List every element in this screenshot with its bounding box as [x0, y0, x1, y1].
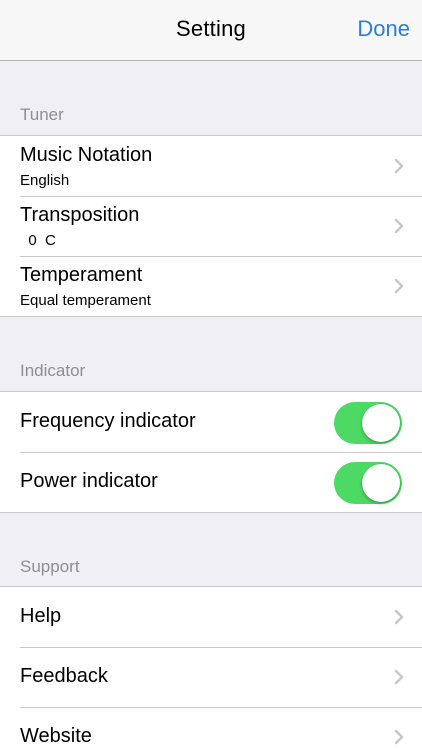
feedback-label: Feedback	[20, 665, 108, 687]
chevron-right-icon	[394, 158, 404, 174]
chevron-right-icon	[394, 278, 404, 294]
section-header-indicator: Indicator	[20, 361, 86, 380]
website-row[interactable]: Website	[0, 707, 422, 750]
temperament-value: Equal temperament	[20, 292, 151, 309]
temperament-row[interactable]: Temperament Equal temperament	[0, 256, 422, 316]
frequency-indicator-toggle[interactable]	[334, 402, 402, 444]
transposition-row[interactable]: Transposition 0 C	[0, 196, 422, 256]
section-header-tuner: Tuner	[20, 105, 64, 124]
music-notation-value: English	[20, 172, 70, 189]
transposition-label: Transposition	[20, 204, 140, 226]
power-indicator-row: Power indicator	[0, 452, 422, 512]
done-button[interactable]: Done	[357, 16, 410, 42]
tuner-group: Music Notation English Transposition 0 C…	[0, 135, 422, 317]
chevron-right-icon	[394, 729, 404, 745]
feedback-row[interactable]: Feedback	[0, 647, 422, 707]
navigation-bar: Setting Done	[0, 0, 422, 61]
power-indicator-label: Power indicator	[20, 470, 158, 492]
music-notation-row[interactable]: Music Notation English	[0, 136, 422, 196]
toggle-knob	[362, 404, 400, 442]
settings-screen: Setting Done Tuner Music Notation Englis…	[0, 0, 422, 750]
frequency-indicator-label: Frequency indicator	[20, 410, 196, 432]
section-header-support: Support	[20, 557, 80, 576]
website-label: Website	[20, 725, 92, 747]
chevron-right-icon	[394, 609, 404, 625]
toggle-knob	[362, 464, 400, 502]
chevron-right-icon	[394, 218, 404, 234]
power-indicator-toggle[interactable]	[334, 462, 402, 504]
support-group: Help Feedback Website	[0, 586, 422, 750]
indicator-group: Frequency indicator Power indicator	[0, 391, 422, 513]
music-notation-label: Music Notation	[20, 144, 153, 166]
help-row[interactable]: Help	[0, 587, 422, 647]
temperament-label: Temperament	[20, 264, 143, 286]
chevron-right-icon	[394, 669, 404, 685]
transposition-value: 0 C	[20, 232, 56, 249]
help-label: Help	[20, 605, 62, 627]
frequency-indicator-row: Frequency indicator	[0, 392, 422, 452]
